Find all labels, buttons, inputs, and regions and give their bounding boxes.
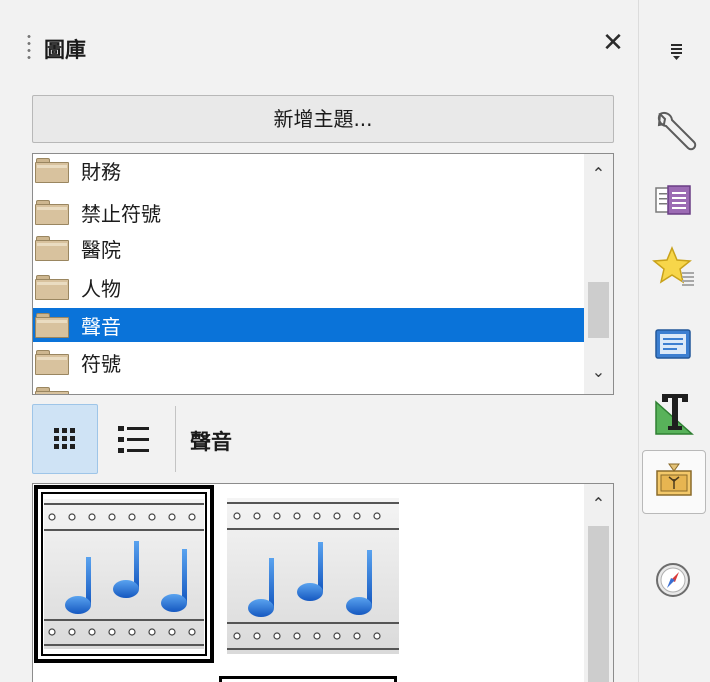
- properties-button[interactable]: [642, 100, 706, 164]
- theme-item[interactable]: 禁止符號: [33, 195, 584, 229]
- theme-item[interactable]: 財務: [33, 154, 584, 187]
- panel-title: 圖庫: [44, 38, 86, 62]
- gallery-item[interactable]: [225, 486, 403, 662]
- detail-view-button[interactable]: [100, 404, 166, 474]
- folder-icon: [35, 312, 69, 338]
- drag-grip-handle[interactable]: [27, 33, 31, 61]
- page-deck-icon: [655, 185, 691, 215]
- scrollbar-thumb[interactable]: [588, 526, 609, 682]
- sidebar-tabbar: [638, 0, 710, 682]
- navigator-button[interactable]: [642, 548, 706, 612]
- page-button[interactable]: [642, 312, 706, 376]
- scrollbar-thumb[interactable]: [588, 282, 609, 338]
- theme-label: 財務: [81, 159, 121, 184]
- theme-item-partial[interactable]: [33, 382, 584, 394]
- close-icon[interactable]: ✕: [598, 28, 628, 58]
- gallery-preview: ⌃: [32, 483, 614, 682]
- theme-label: 禁止符號: [81, 201, 161, 226]
- current-theme-label: 聲音: [190, 430, 232, 454]
- folder-icon: [35, 235, 69, 261]
- theme-item-selected[interactable]: 聲音: [33, 308, 584, 342]
- gallery-item-selected[interactable]: [34, 485, 214, 663]
- properties-wrench-icon: [657, 111, 697, 151]
- shapes-button[interactable]: [642, 380, 706, 444]
- gallery-button[interactable]: [642, 450, 706, 514]
- music-notes-icon: [227, 498, 399, 654]
- page-icon: [655, 329, 691, 359]
- theme-label: 符號: [81, 351, 121, 376]
- grid-view-icon: [54, 428, 75, 449]
- list-view-icon: [118, 426, 149, 453]
- chevron-up-icon[interactable]: ⌃: [584, 162, 613, 186]
- slide-transition-button[interactable]: [642, 168, 706, 232]
- folder-icon: [35, 274, 69, 300]
- music-notes-icon: [44, 499, 204, 649]
- theme-label: 人物: [81, 276, 121, 301]
- toolbar-divider: [175, 406, 176, 472]
- theme-item[interactable]: 符號: [33, 345, 584, 379]
- theme-label: 聲音: [81, 314, 121, 339]
- theme-item[interactable]: 人物: [33, 270, 584, 304]
- folder-icon: [35, 386, 69, 394]
- sidebar-menu-icon: [671, 44, 682, 60]
- gallery-scrollbar[interactable]: ⌃: [584, 484, 613, 682]
- new-theme-button[interactable]: 新增主題...: [32, 95, 614, 143]
- icon-view-button[interactable]: [32, 404, 98, 474]
- styles-star-icon: [652, 246, 694, 286]
- chevron-up-icon[interactable]: ⌃: [584, 492, 613, 516]
- chevron-down-icon[interactable]: ⌄: [584, 360, 613, 384]
- theme-label: 醫院: [81, 237, 121, 262]
- gallery-icon: [656, 463, 692, 496]
- theme-list: 財務 禁止符號 醫院 人物 聲音 符號 ⌃ ⌄: [32, 153, 614, 395]
- theme-list-scrollbar[interactable]: ⌃ ⌄: [584, 154, 613, 394]
- gallery-panel: 圖庫 ✕ 新增主題... 財務 禁止符號 醫院 人物 聲音 符號 ⌃ ⌄ 聲音 …: [0, 0, 638, 682]
- gallery-item-partial[interactable]: [219, 676, 397, 682]
- folder-icon: [35, 157, 69, 183]
- theme-item[interactable]: 醫院: [33, 231, 584, 265]
- sidebar-menu-button[interactable]: [642, 20, 706, 84]
- folder-icon: [35, 349, 69, 375]
- styles-button[interactable]: [642, 236, 706, 300]
- folder-icon: [35, 199, 69, 225]
- fontwork-icon: [655, 394, 694, 435]
- navigator-compass-icon: [656, 563, 690, 597]
